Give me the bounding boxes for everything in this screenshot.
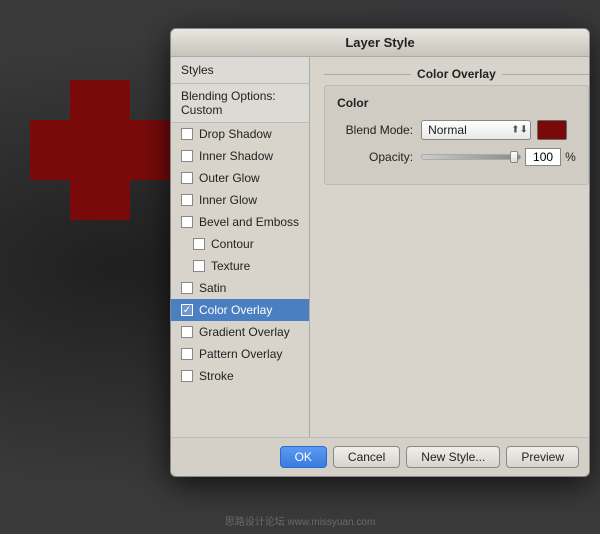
checkbox-pattern-overlay[interactable]	[181, 348, 193, 360]
checkbox-texture[interactable]	[193, 260, 205, 272]
label-texture: Texture	[211, 259, 250, 273]
checkbox-bevel-emboss[interactable]	[181, 216, 193, 228]
right-panel: Color Overlay Color Blend Mode: Normal D…	[310, 57, 590, 437]
checkbox-inner-glow[interactable]	[181, 194, 193, 206]
percent-label: %	[565, 150, 576, 164]
layer-item-outer-glow[interactable]: Outer Glow	[171, 167, 309, 189]
blend-mode-row: Blend Mode: Normal Dissolve Multiply Scr…	[337, 120, 576, 140]
opacity-row: Opacity: %	[337, 148, 576, 166]
label-gradient-overlay: Gradient Overlay	[199, 325, 290, 339]
dialog-footer: OK Cancel New Style... Preview	[171, 437, 589, 476]
layer-item-gradient-overlay[interactable]: Gradient Overlay	[171, 321, 309, 343]
cancel-button[interactable]: Cancel	[333, 446, 400, 468]
opacity-label: Opacity:	[337, 150, 413, 164]
opacity-slider[interactable]	[421, 154, 521, 160]
checkbox-gradient-overlay[interactable]	[181, 326, 193, 338]
select-container: Normal Dissolve Multiply Screen Overlay …	[421, 120, 531, 140]
dialog-title: Layer Style	[345, 35, 414, 50]
blend-select-wrapper: Normal Dissolve Multiply Screen Overlay …	[421, 120, 567, 140]
checkbox-outer-glow[interactable]	[181, 172, 193, 184]
left-panel: Styles Blending Options: Custom Drop Sha…	[171, 57, 310, 437]
checkbox-color-overlay[interactable]: ✓	[181, 304, 193, 316]
opacity-input[interactable]	[525, 148, 561, 166]
label-pattern-overlay: Pattern Overlay	[199, 347, 282, 361]
layer-item-color-overlay[interactable]: ✓ Color Overlay	[171, 299, 309, 321]
watermark: 思路设计论坛 www.missyuan.com	[225, 513, 376, 528]
layer-item-inner-shadow[interactable]: Inner Shadow	[171, 145, 309, 167]
blend-mode-label: Blend Mode:	[337, 123, 413, 137]
layer-item-bevel-emboss[interactable]: Bevel and Emboss	[171, 211, 309, 233]
dialog-body: Styles Blending Options: Custom Drop Sha…	[171, 57, 589, 437]
checkbox-contour[interactable]	[193, 238, 205, 250]
layer-item-texture[interactable]: Texture	[171, 255, 309, 277]
color-section: Color Blend Mode: Normal Dissolve Multip…	[324, 85, 589, 185]
preview-button[interactable]: Preview	[506, 446, 579, 468]
label-color-overlay: Color Overlay	[199, 303, 272, 317]
color-swatch[interactable]	[537, 120, 567, 140]
ok-button[interactable]: OK	[280, 446, 327, 468]
label-satin: Satin	[199, 281, 226, 295]
slider-thumb	[510, 151, 518, 163]
layer-effects-list: Drop Shadow Inner Shadow Outer Glow Inne…	[171, 123, 309, 437]
layer-item-inner-glow[interactable]: Inner Glow	[171, 189, 309, 211]
layer-style-dialog: Layer Style Styles Blending Options: Cus…	[170, 28, 590, 477]
label-stroke: Stroke	[199, 369, 234, 383]
dialog-title-bar: Layer Style	[171, 29, 589, 57]
checkbox-stroke[interactable]	[181, 370, 193, 382]
new-style-button[interactable]: New Style...	[406, 446, 500, 468]
red-cross-shape	[30, 80, 170, 220]
blend-mode-select[interactable]: Normal Dissolve Multiply Screen Overlay	[421, 120, 531, 140]
layer-item-drop-shadow[interactable]: Drop Shadow	[171, 123, 309, 145]
label-outer-glow: Outer Glow	[199, 171, 260, 185]
layer-item-stroke[interactable]: Stroke	[171, 365, 309, 387]
layer-item-satin[interactable]: Satin	[171, 277, 309, 299]
layer-item-contour[interactable]: Contour	[171, 233, 309, 255]
label-inner-shadow: Inner Shadow	[199, 149, 273, 163]
label-inner-glow: Inner Glow	[199, 193, 257, 207]
styles-header[interactable]: Styles	[171, 57, 309, 84]
label-drop-shadow: Drop Shadow	[199, 127, 272, 141]
color-section-title: Color	[337, 96, 576, 110]
checkbox-satin[interactable]	[181, 282, 193, 294]
label-contour: Contour	[211, 237, 254, 251]
section-title-color-overlay: Color Overlay	[324, 67, 589, 81]
label-bevel-emboss: Bevel and Emboss	[199, 215, 299, 229]
cross-vertical	[70, 80, 130, 220]
checkbox-drop-shadow[interactable]	[181, 128, 193, 140]
layer-item-pattern-overlay[interactable]: Pattern Overlay	[171, 343, 309, 365]
checkbox-inner-shadow[interactable]	[181, 150, 193, 162]
blending-options[interactable]: Blending Options: Custom	[171, 84, 309, 123]
